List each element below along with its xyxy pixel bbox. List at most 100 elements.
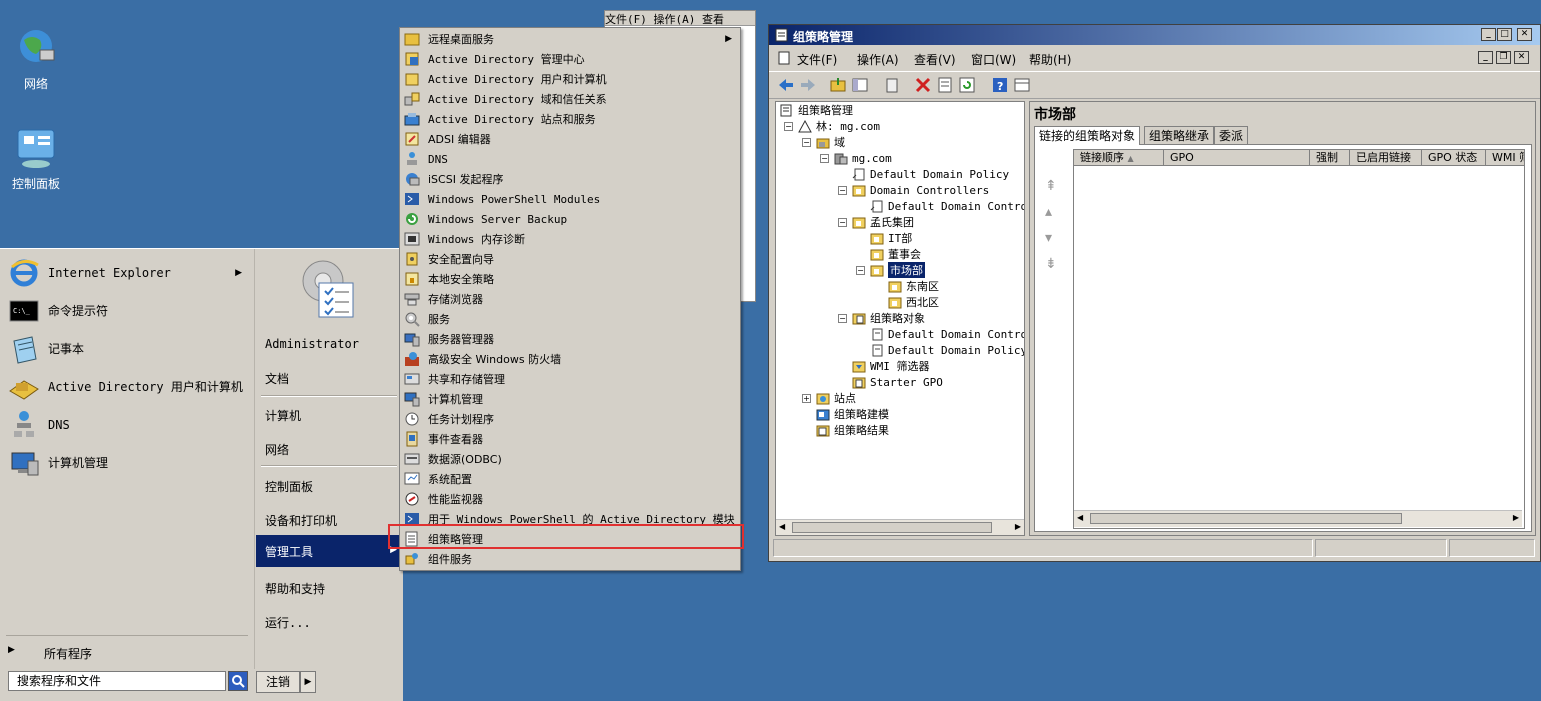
menu-item-system-config[interactable]: 系统配置	[400, 469, 738, 489]
link-run[interactable]: 运行...	[265, 614, 311, 631]
menu-item-storage-explorer[interactable]: 存储浏览器	[400, 289, 738, 309]
scroll-left-icon[interactable]: ◀	[1077, 513, 1083, 522]
collapse-icon[interactable]: −	[820, 154, 829, 163]
tree-item-dd-policy[interactable]: Default Domain Policy	[870, 342, 1024, 358]
menu-item-iscsi[interactable]: iSCSI 发起程序	[400, 169, 738, 189]
expand-icon[interactable]: +	[802, 394, 811, 403]
menu-item-share-storage[interactable]: 共享和存储管理	[400, 369, 738, 389]
tree-item-southeast[interactable]: 东南区	[888, 278, 939, 294]
menu-help[interactable]: 帮助(H)	[1029, 51, 1071, 68]
move-down-icon[interactable]: ▾	[1045, 225, 1057, 251]
tree-item-ddc-policy[interactable]: Default Domain Controllers Policy	[870, 326, 1024, 342]
tree-item-board[interactable]: 董事会	[870, 246, 921, 262]
scroll-right-icon[interactable]: ▶	[1513, 513, 1519, 522]
tree-item-wmi-filters[interactable]: WMI 筛选器	[852, 358, 930, 374]
tab-inheritance[interactable]: 组策略继承	[1144, 126, 1215, 145]
tree-item-root[interactable]: 组策略管理	[780, 102, 853, 118]
move-top-icon[interactable]: ⇞	[1045, 173, 1057, 199]
menu-item-memory-diag[interactable]: Windows 内存诊断	[400, 229, 738, 249]
search-icon[interactable]	[228, 671, 248, 691]
scroll-right-icon[interactable]: ▶	[1015, 522, 1021, 531]
move-bottom-icon[interactable]: ⇟	[1045, 251, 1057, 277]
tree-item-starter-gpo[interactable]: Starter GPO	[852, 374, 943, 390]
column-gpo-status[interactable]: GPO 状态	[1422, 150, 1486, 166]
tree-item-domains[interactable]: 域	[816, 134, 845, 150]
tree-item-it[interactable]: IT部	[870, 230, 912, 246]
column-wmi[interactable]: WMI 筛	[1486, 150, 1524, 166]
program-dns[interactable]: DNS	[8, 409, 248, 441]
menu-item-ad-domains[interactable]: Active Directory 域和信任关系	[400, 89, 738, 109]
child-close-button[interactable]: ✕	[1514, 51, 1529, 64]
program-internet-explorer[interactable]: Internet Explorer ▶	[8, 257, 248, 289]
shutdown-options-button[interactable]: ▶	[300, 671, 316, 693]
collapse-icon[interactable]: −	[838, 186, 847, 195]
tree-item-group[interactable]: 孟氏集团	[852, 214, 914, 230]
menu-item-remote-desktop[interactable]: 远程桌面服务 ▶	[400, 29, 738, 49]
link-control-panel[interactable]: 控制面板	[265, 478, 313, 495]
column-link-enabled[interactable]: 已启用链接	[1350, 150, 1422, 166]
gpmc-titlebar[interactable]: 组策略管理 _ □ ✕	[769, 25, 1540, 45]
tree-item-gpo-folder[interactable]: 组策略对象	[852, 310, 925, 326]
menu-item-ad-sites[interactable]: Active Directory 站点和服务	[400, 109, 738, 129]
tree-horizontal-scrollbar[interactable]: ◀ ▶	[776, 519, 1024, 535]
program-computer-mgmt[interactable]: 计算机管理	[8, 447, 248, 479]
scroll-left-icon[interactable]: ◀	[779, 522, 785, 531]
menu-item-ad-users[interactable]: Active Directory 用户和计算机	[400, 69, 738, 89]
menu-item-task-scheduler[interactable]: 任务计划程序	[400, 409, 738, 429]
collapse-icon[interactable]: −	[838, 314, 847, 323]
link-network[interactable]: 网络	[265, 441, 289, 458]
desktop-control-panel[interactable]: 控制面板	[6, 128, 66, 192]
menu-item-perf-monitor[interactable]: 性能监视器	[400, 489, 738, 509]
menu-item-computer-mgmt[interactable]: 计算机管理	[400, 389, 738, 409]
search-input[interactable]: 搜索程序和文件	[8, 671, 226, 691]
scroll-thumb[interactable]	[792, 522, 992, 533]
menu-item-backup[interactable]: Windows Server Backup	[400, 209, 738, 229]
tree-item-ddc-policy-link[interactable]: Default Domain Controllers Policy	[870, 198, 1024, 214]
delete-icon[interactable]	[914, 76, 932, 94]
tree-item-domain-mg[interactable]: mg.com	[834, 150, 892, 166]
refresh-icon[interactable]	[958, 76, 976, 94]
help-icon[interactable]: ?	[991, 76, 1009, 94]
link-devices-printers[interactable]: 设备和打印机	[265, 512, 337, 529]
clipboard-icon[interactable]	[883, 76, 901, 94]
menu-item-odbc[interactable]: 数据源(ODBC)	[400, 449, 738, 469]
collapse-icon[interactable]: −	[856, 266, 865, 275]
program-notepad[interactable]: 记事本	[8, 333, 248, 365]
tree-item-results[interactable]: 组策略结果	[816, 422, 889, 438]
user-name[interactable]: Administrator	[265, 337, 359, 351]
menu-item-server-manager[interactable]: 服务器管理器	[400, 329, 738, 349]
menu-item-firewall[interactable]: 高级安全 Windows 防火墙	[400, 349, 738, 369]
show-hide-tree-icon[interactable]	[851, 76, 869, 94]
menu-window[interactable]: 窗口(W)	[971, 51, 1016, 68]
logoff-button[interactable]: 注销	[256, 671, 300, 693]
program-ad-users[interactable]: Active Directory 用户和计算机	[8, 371, 248, 403]
tab-delegation[interactable]: 委派	[1214, 126, 1249, 145]
menu-item-security-wizard[interactable]: 安全配置向导	[400, 249, 738, 269]
move-up-icon[interactable]: ▴	[1045, 199, 1057, 225]
tab-linked-gpos[interactable]: 链接的组策略对象	[1034, 126, 1141, 145]
menu-item-dns[interactable]: DNS	[400, 149, 738, 169]
collapse-icon[interactable]: −	[784, 122, 793, 131]
link-admin-tools[interactable]: 管理工具 ▶	[256, 535, 401, 567]
tree-item-sites[interactable]: 站点	[816, 390, 856, 406]
column-gpo[interactable]: GPO	[1164, 150, 1310, 166]
menu-file[interactable]: 文件(F)	[797, 51, 837, 68]
tree-item-modeling[interactable]: 组策略建模	[816, 406, 889, 422]
menu-item-ad-admin-center[interactable]: Active Directory 管理中心	[400, 49, 738, 69]
child-minimize-button[interactable]: _	[1478, 51, 1493, 64]
up-folder-icon[interactable]	[829, 76, 847, 94]
menu-item-local-security[interactable]: 本地安全策略	[400, 269, 738, 289]
link-help-support[interactable]: 帮助和支持	[265, 580, 325, 597]
child-restore-button[interactable]: ❐	[1496, 51, 1511, 64]
tree-item-northwest[interactable]: 西北区	[888, 294, 939, 310]
view-icon[interactable]	[1013, 76, 1031, 94]
all-programs-link[interactable]: 所有程序	[44, 645, 92, 662]
menu-view[interactable]: 查看(V)	[914, 51, 956, 68]
collapse-icon[interactable]: −	[802, 138, 811, 147]
close-button[interactable]: ✕	[1517, 28, 1532, 41]
forward-arrow-icon[interactable]	[799, 76, 817, 94]
properties-icon[interactable]	[936, 76, 954, 94]
column-link-order[interactable]: 链接顺序 ▲	[1074, 150, 1164, 166]
scroll-thumb[interactable]	[1090, 513, 1402, 524]
tree-item-domain-controllers[interactable]: Domain Controllers	[852, 182, 989, 198]
